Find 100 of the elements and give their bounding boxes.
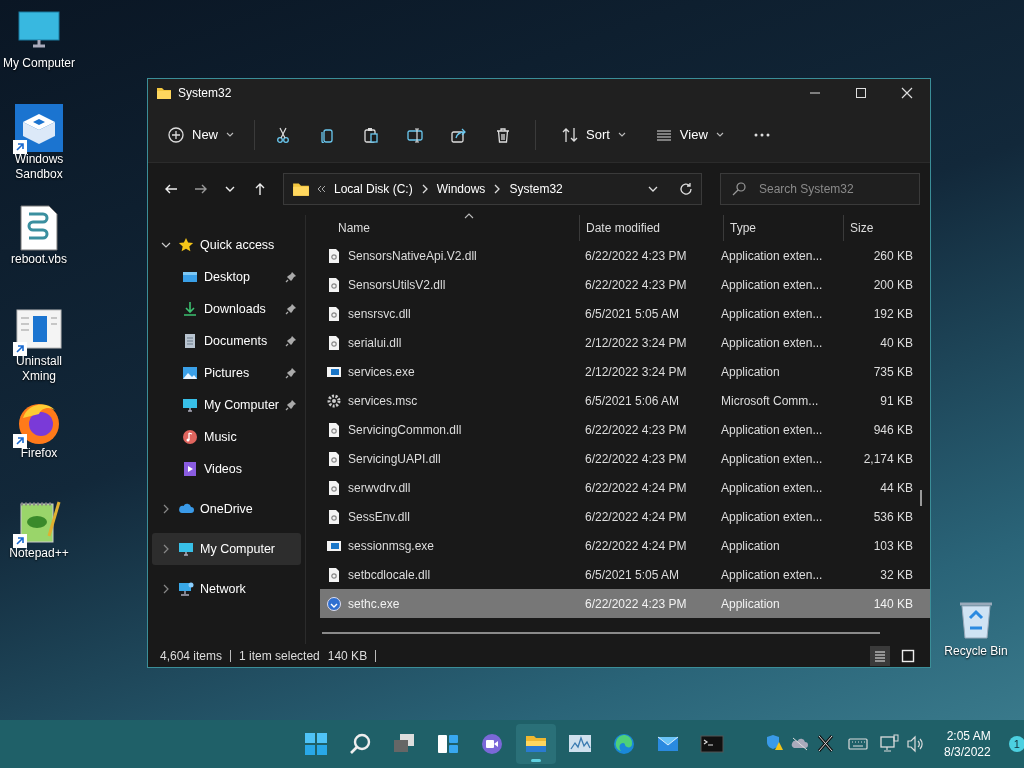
expanded-chevron-icon[interactable] — [161, 240, 171, 250]
sidebar-item[interactable]: Pictures — [152, 357, 301, 389]
search-field[interactable]: Search System32 — [720, 173, 920, 205]
delete-icon — [495, 126, 511, 143]
sidebar-item[interactable]: Network — [152, 573, 301, 605]
file-name: SensorsNativeApi.V2.dll — [348, 247, 477, 265]
sidebar-item[interactable]: Music — [152, 421, 301, 453]
breadcrumb-link[interactable]: Windows — [434, 180, 488, 198]
file-size: 946 KB — [872, 421, 914, 439]
rename-icon — [407, 126, 423, 143]
breadcrumb-link[interactable]: Local Disk (C:) — [332, 180, 415, 198]
file-icon — [326, 450, 342, 467]
file-type: Application exten... — [721, 479, 824, 497]
file-row[interactable]: sethc.exe 6/22/2022 4:23 PM Application 140 KB — [320, 589, 930, 618]
column-header[interactable]: Size — [843, 215, 919, 241]
monitor-icon — [178, 541, 194, 557]
desktop-icon-label[interactable]: Recycle Bin — [942, 644, 1010, 659]
search-icon — [348, 732, 372, 756]
file-row[interactable]: SensorsNativeApi.V2.dll 6/22/2022 4:23 PM Application exten... 260 KB — [320, 241, 930, 270]
file-size: 2,174 KB — [862, 450, 914, 468]
desktop-icon-label[interactable]: Windows Sandbox — [0, 152, 78, 182]
dropdown-caret-icon[interactable] — [647, 184, 659, 194]
file-name: services.msc — [348, 392, 418, 410]
file-type: Application exten... — [721, 450, 824, 468]
address-bar[interactable]: Local Disk (C:) Windows System32 — [283, 173, 702, 205]
file-type: Application exten... — [721, 276, 824, 294]
file-size: 735 KB — [872, 363, 914, 381]
sidebar-item[interactable]: Videos — [152, 453, 301, 485]
item-count: 4,604 items — [160, 647, 223, 665]
file-icon — [326, 334, 342, 351]
x-logo-icon[interactable] — [816, 734, 836, 754]
desktop-icon-label[interactable]: Uninstall Xming — [0, 354, 78, 384]
desktop-icon-label[interactable]: Firefox — [18, 446, 60, 461]
desktop-icon — [182, 269, 198, 285]
file-row[interactable]: SensorsUtilsV2.dll 6/22/2022 4:23 PM Application exten... 200 KB — [320, 270, 930, 299]
overflow-chevron-icon[interactable] — [316, 184, 326, 194]
file-explorer-button[interactable] — [516, 724, 556, 764]
column-header[interactable]: Type — [723, 215, 843, 241]
details-view-button[interactable] — [870, 645, 890, 666]
desktop-icon-label[interactable]: Notepad++ — [7, 546, 71, 561]
volume-icon[interactable] — [906, 734, 926, 754]
download-icon — [182, 301, 198, 317]
file-row[interactable]: sessionmsg.exe 6/22/2022 4:24 PM Application 103 KB — [320, 531, 930, 560]
vertical-scrollbar-thumb[interactable] — [920, 490, 922, 506]
file-row[interactable]: setbcdlocale.dll 6/5/2021 5:05 AM Application exten... 32 KB — [320, 560, 930, 589]
collapsed-chevron-icon[interactable] — [161, 584, 171, 594]
file-row[interactable]: ServicingCommon.dll 6/22/2022 4:23 PM Application exten... 946 KB — [320, 415, 930, 444]
file-date: 6/22/2022 4:24 PM — [584, 537, 688, 555]
file-type: Application exten... — [721, 305, 824, 323]
collapsed-chevron-icon[interactable] — [161, 544, 171, 554]
file-row[interactable]: ServicingUAPI.dll 6/22/2022 4:23 PM Application exten... 2,174 KB — [320, 444, 930, 473]
network-icon[interactable] — [880, 734, 900, 754]
file-date: 6/22/2022 4:23 PM — [584, 421, 688, 439]
sidebar-item[interactable]: My Computer — [152, 533, 301, 565]
file-size: 200 KB — [872, 276, 914, 294]
file-row[interactable]: serwvdrv.dll 6/22/2022 4:24 PM Application exten... 44 KB — [320, 473, 930, 502]
file-size: 260 KB — [872, 247, 914, 265]
paste-icon — [363, 126, 379, 143]
refresh-icon[interactable] — [679, 182, 693, 196]
desktop-icon-label[interactable]: reboot.vbs — [8, 252, 69, 267]
file-row[interactable]: services.exe 2/12/2022 3:24 PM Application 735 KB — [320, 357, 930, 386]
desktop-icon-label[interactable]: My Computer — [1, 56, 77, 71]
start-icon — [304, 732, 328, 756]
file-row[interactable]: serialui.dll 2/12/2022 3:24 PM Application exten... 40 KB — [320, 328, 930, 357]
file-type: Application — [721, 537, 781, 555]
file-type: Application — [721, 363, 781, 381]
file-size: 44 KB — [879, 479, 914, 497]
view-button[interactable]: View — [645, 116, 734, 153]
file-size: 536 KB — [872, 508, 914, 526]
column-header[interactable]: Name — [322, 215, 579, 241]
file-name: setbcdlocale.dll — [348, 566, 431, 584]
file-row[interactable]: SessEnv.dll 6/22/2022 4:24 PM Application exten... 536 KB — [320, 502, 930, 531]
sidebar-item[interactable]: Quick access — [152, 229, 301, 261]
file-row[interactable]: sensrsvc.dll 6/5/2021 5:05 AM Application exten... 192 KB — [320, 299, 930, 328]
file-name: sensrsvc.dll — [348, 305, 411, 323]
file-row[interactable]: services.msc 6/5/2021 5:06 AM Microsoft Comm... 91 KB — [320, 386, 930, 415]
sidebar-item[interactable]: OneDrive — [152, 493, 301, 525]
file-size: 40 KB — [879, 334, 914, 352]
sidebar-item[interactable]: Downloads — [152, 293, 301, 325]
sort-icon — [562, 126, 578, 143]
column-header[interactable]: Date modified — [579, 215, 723, 241]
breadcrumb-link[interactable]: System32 — [507, 180, 565, 198]
file-name: sessionmsg.exe — [348, 537, 435, 555]
notification-badge[interactable]: 1 — [1008, 736, 1024, 752]
clock[interactable]: 2:05 AM 8/3/2022 — [940, 728, 995, 760]
horizontal-scrollbar-thumb[interactable] — [322, 632, 880, 634]
chevron-icon — [420, 184, 429, 194]
sidebar-item[interactable]: My Computer — [152, 389, 301, 421]
file-name: services.exe — [348, 363, 415, 381]
file-size: 32 KB — [879, 566, 914, 584]
sidebar-item[interactable]: Desktop — [152, 261, 301, 293]
sort-button[interactable]: Sort — [552, 116, 636, 153]
picture-icon — [182, 365, 198, 381]
file-type: Microsoft Comm... — [721, 392, 820, 410]
sandbox-icon[interactable] — [15, 104, 63, 152]
file-type: Application exten... — [721, 421, 824, 439]
collapsed-chevron-icon[interactable] — [161, 504, 171, 514]
sidebar-item[interactable]: Documents — [152, 325, 301, 357]
caret-icon — [617, 131, 626, 138]
new-button[interactable]: New — [158, 116, 244, 153]
